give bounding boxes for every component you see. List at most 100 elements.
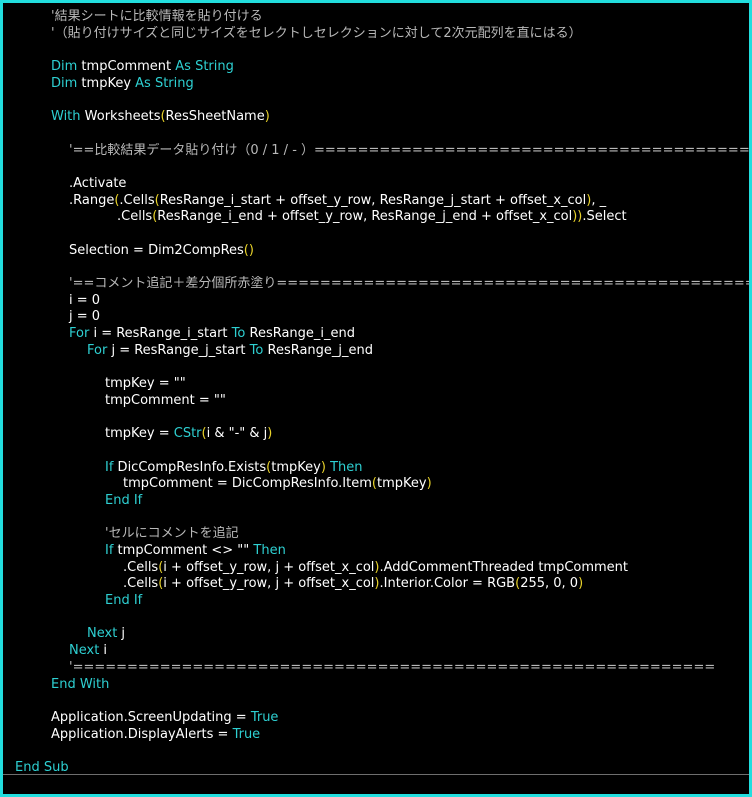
code-text: tmpKey (271, 459, 321, 475)
code-line[interactable] (3, 693, 749, 710)
code-line[interactable]: For i = ResRange_i_start To ResRange_i_e… (3, 326, 749, 343)
code-line[interactable]: If DicCompResInfo.Exists(tmpKey) Then (3, 460, 749, 477)
code-text: ResSheetName (165, 109, 265, 125)
code-text: tmpKey (376, 476, 427, 492)
code-line[interactable]: For j = ResRange_j_start To ResRange_j_e… (3, 343, 749, 360)
code-text: .Cells (119, 192, 155, 208)
code-line[interactable]: .Cells(i + offset_y_row, j + offset_x_co… (3, 576, 749, 593)
code-line[interactable]: i = 0 (3, 293, 749, 310)
code-text: i + offset_y_row, j + offset_x_col (163, 576, 375, 592)
code-line[interactable] (3, 510, 749, 527)
code-text: .AddCommentThreaded tmpComment (379, 559, 629, 575)
code-line[interactable]: Application.DisplayAlerts = True (3, 727, 749, 744)
code-line[interactable]: With Worksheets(ResSheetName) (3, 109, 749, 126)
code-editor[interactable]: '結果シートに比較情報を貼り付ける '（貼り付けサイズと同じサイズをセレクトしセレ… (3, 9, 749, 777)
code-text: .Interior.Color = RGB (379, 576, 516, 592)
code-line[interactable] (3, 743, 749, 760)
code-keyword: With (51, 109, 81, 125)
code-keyword: True (250, 709, 279, 725)
code-line[interactable]: .Cells(ResRange_i_end + offset_y_row, Re… (3, 209, 749, 226)
code-line[interactable]: If tmpComment <> "" Then (3, 543, 749, 560)
code-keyword: True (232, 726, 261, 742)
code-line[interactable] (3, 410, 749, 427)
code-keyword: CStr (173, 426, 202, 442)
code-line[interactable]: 'セルにコメントを追記 (3, 526, 749, 543)
code-keyword: End Sub (15, 759, 69, 775)
code-keyword: Dim (51, 75, 78, 91)
code-text: tmpComment = DicCompResInfo.Item (123, 476, 372, 492)
code-line[interactable]: '==比較結果データ貼り付け（0 / 1 / - ）==============… (3, 143, 749, 160)
code-line[interactable]: Application.ScreenUpdating = True (3, 710, 749, 727)
code-text: .Range (69, 192, 115, 208)
code-line[interactable]: '==コメント追記＋差分個所赤塗り=======================… (3, 276, 749, 293)
code-line[interactable]: Dim tmpKey As String (3, 76, 749, 93)
code-text: tmpComment (77, 59, 176, 75)
code-line[interactable]: tmpKey = "" (3, 376, 749, 393)
editor-bottom-divider (3, 774, 749, 775)
code-line[interactable]: j = 0 (3, 309, 749, 326)
code-comment: 'セルにコメントを追記 (105, 526, 239, 542)
code-keyword: Dim (51, 59, 78, 75)
code-line[interactable]: End With (3, 677, 749, 694)
code-comment: '=======================================… (69, 659, 716, 675)
code-line[interactable] (3, 610, 749, 627)
code-line[interactable]: Next i (3, 643, 749, 660)
code-line[interactable] (3, 92, 749, 109)
code-line[interactable]: .Range(.Cells(ResRange_i_start + offset_… (3, 193, 749, 210)
code-keyword: To (249, 342, 264, 358)
code-bracket: ) (264, 109, 270, 125)
code-line[interactable]: '（貼り付けサイズと同じサイズをセレクトしセレクションに対して2次元配列を直には… (3, 26, 749, 43)
code-text: j = 0 (69, 309, 101, 325)
code-line[interactable] (3, 443, 749, 460)
code-keyword: For (87, 342, 108, 358)
code-text: j = ResRange_j_start (107, 342, 250, 358)
code-text: tmpKey = "" (105, 376, 186, 392)
code-bracket: )) (572, 209, 583, 225)
code-text: .Cells (123, 576, 159, 592)
code-line[interactable] (3, 42, 749, 59)
code-line[interactable]: Dim tmpComment As String (3, 59, 749, 76)
code-text: i = ResRange_i_start (89, 326, 232, 342)
code-text: ResRange_i_end (245, 326, 356, 342)
code-comment: '（貼り付けサイズと同じサイズをセレクトしセレクションに対して2次元配列を直には… (51, 25, 582, 41)
code-text: .Activate (69, 175, 127, 191)
code-line[interactable] (3, 359, 749, 376)
code-line[interactable]: .Cells(i + offset_y_row, j + offset_x_co… (3, 560, 749, 577)
code-text: ResRange_i_start + offset_y_row, ResRang… (159, 192, 587, 208)
code-line[interactable]: .Activate (3, 176, 749, 193)
code-line[interactable] (3, 259, 749, 276)
code-keyword: Next (69, 643, 100, 659)
code-line[interactable]: End If (3, 493, 749, 510)
code-keyword: To (231, 326, 246, 342)
code-keyword: As String (175, 59, 234, 75)
code-text: Selection = Dim2CompRes (69, 242, 244, 258)
code-keyword: End If (105, 593, 143, 609)
code-keyword: End With (51, 676, 110, 692)
code-bracket: ) (426, 476, 432, 492)
code-text: tmpKey = (105, 426, 174, 442)
code-text: ResRange_i_end + offset_y_row, ResRange_… (157, 209, 573, 225)
code-line[interactable]: tmpComment = DicCompResInfo.Item(tmpKey) (3, 476, 749, 493)
code-line[interactable]: End If (3, 593, 749, 610)
code-line[interactable]: Next j (3, 626, 749, 643)
code-editor-frame: '結果シートに比較情報を貼り付ける '（貼り付けサイズと同じサイズをセレクトしセレ… (0, 0, 752, 797)
code-line[interactable]: tmpKey = CStr(i & "-" & j) (3, 426, 749, 443)
code-text: ResRange_j_end (263, 342, 374, 358)
code-line[interactable]: tmpComment = "" (3, 393, 749, 410)
code-line[interactable] (3, 159, 749, 176)
code-text: tmpComment <> "" (113, 543, 254, 558)
code-text: i + offset_y_row, j + offset_x_col (163, 559, 375, 575)
code-text: Worksheets (80, 109, 161, 125)
code-line[interactable] (3, 126, 749, 143)
code-line[interactable] (3, 226, 749, 243)
code-text: tmpKey (77, 75, 136, 91)
code-text: i (99, 643, 108, 659)
code-comment: '結果シートに比較情報を貼り付ける (51, 9, 263, 24)
code-text: j (117, 626, 126, 642)
code-line[interactable]: Selection = Dim2CompRes() (3, 243, 749, 260)
code-text: i = 0 (69, 292, 101, 308)
code-line[interactable]: '結果シートに比較情報を貼り付ける (3, 9, 749, 26)
code-line[interactable]: '=======================================… (3, 660, 749, 677)
code-comment: '==比較結果データ貼り付け（0 / 1 / - ）==============… (69, 142, 749, 158)
code-keyword: For (69, 326, 90, 342)
